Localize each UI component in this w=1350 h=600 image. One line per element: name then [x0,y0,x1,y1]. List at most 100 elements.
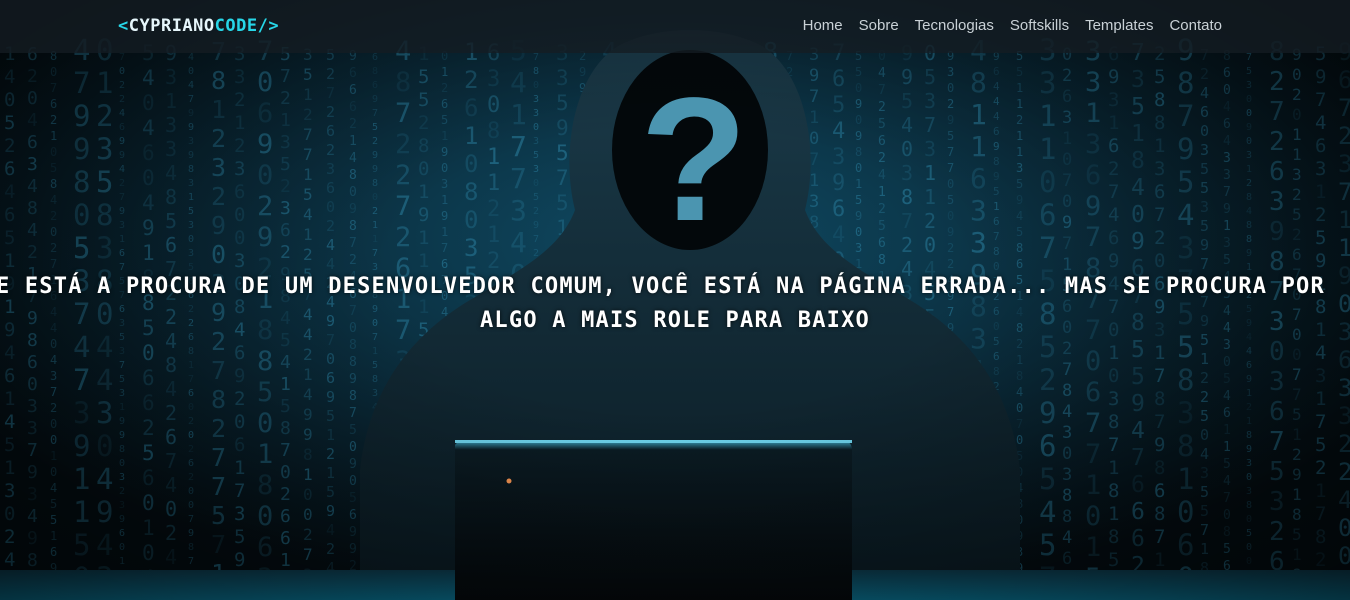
matrix-digit: 8 [372,178,378,189]
matrix-digit: 7 [510,130,527,163]
matrix-digit: 0 [165,497,177,521]
matrix-digit: 3 [27,484,38,505]
logo-text-code: CODE [214,16,258,36]
matrix-digit: 2 [1039,363,1056,397]
matrix-digit: 5 [1315,227,1326,249]
matrix-digit: 0 [418,158,429,180]
matrix-digit: 9 [533,220,539,231]
matrix-digit: 0 [1131,202,1145,228]
hero-headline-line2: ALGO A MAIS ROLE PARA BAIXO [479,308,871,333]
matrix-digit: 2 [280,484,291,505]
matrix-digit: 1 [510,98,527,131]
matrix-digit: 3 [1085,129,1101,160]
matrix-digit: 6 [50,545,57,559]
matrix-digit: 7 [211,443,226,472]
matrix-digit: 2 [1154,227,1165,249]
matrix-digit: 3 [1246,80,1252,91]
matrix-digit: 1 [211,95,226,124]
nav-links: Home Sobre Tecnologias Softskills Templa… [803,15,1222,37]
matrix-digit: 3 [1085,67,1101,98]
matrix-digit: 8 [96,198,113,232]
matrix-digit: 6 [441,97,448,111]
matrix-digit: 1 [165,89,177,113]
matrix-digit: 3 [533,108,539,119]
matrix-digit: 6 [1062,549,1072,569]
matrix-digit: 3 [1062,108,1072,128]
matrix-digit: 2 [1292,225,1302,244]
matrix-digit: 4 [4,342,15,364]
matrix-digit: 6 [257,98,273,129]
matrix-digit: 7 [50,385,57,399]
hero-section: 1405264651919461451302466204634842179860… [0,0,1350,600]
matrix-digit: 0 [1338,542,1350,570]
matrix-digit: 3 [1315,365,1326,387]
matrix-digit: 6 [165,233,177,257]
matrix-digit: 9 [1039,396,1056,430]
matrix-digit: 5 [142,441,155,465]
matrix-digit: 9 [1200,236,1209,254]
matrix-digit: 3 [27,418,38,439]
matrix-digit: 2 [326,141,335,159]
matrix-digit: 4 [1016,209,1023,223]
matrix-digit: 2 [188,444,194,455]
nav-link-tecnologias[interactable]: Tecnologias [915,15,994,37]
nav-link-home[interactable]: Home [803,15,843,37]
matrix-digit: 3 [970,226,987,259]
matrix-digit: 3 [73,396,90,430]
matrix-digit: 7 [533,234,539,245]
matrix-digit: 0 [326,198,335,216]
matrix-digit: 2 [119,486,125,497]
matrix-digit: 2 [211,124,226,153]
matrix-digit: 3 [1223,151,1231,166]
matrix-digit: 5 [1292,405,1302,424]
brand-logo[interactable]: < CYPRIANO CODE /> [118,15,279,37]
matrix-digit: 0 [947,177,954,191]
matrix-digit: 5 [832,93,845,118]
matrix-digit: 2 [901,233,913,257]
matrix-digit: 2 [188,472,194,483]
matrix-digit: 9 [234,549,245,571]
matrix-digit: 1 [878,185,886,200]
matrix-digit: 8 [280,418,291,439]
matrix-digit: 2 [211,182,226,211]
nav-link-templates[interactable]: Templates [1085,15,1153,37]
matrix-digit: 5 [1154,66,1165,88]
matrix-digit: 4 [4,549,15,571]
matrix-digit: 7 [1292,385,1302,404]
matrix-digit: 0 [372,192,378,203]
matrix-digit: 0 [1246,472,1252,483]
matrix-digit: 8 [464,178,478,206]
matrix-digit: 9 [1177,132,1194,166]
matrix-digit: 4 [1062,528,1072,548]
matrix-digit: 5 [878,219,886,234]
matrix-digit: 6 [1223,66,1231,81]
matrix-digit: 2 [50,401,57,415]
matrix-digit: 0 [188,500,194,511]
logo-open-bracket: < [118,16,129,36]
matrix-digit: 1 [1039,99,1056,133]
matrix-digit: 7 [1085,408,1101,439]
matrix-digit: 8 [349,219,357,234]
matrix-digit: 3 [96,396,113,430]
matrix-digit: 8 [1016,241,1023,255]
matrix-digit: 0 [464,206,478,234]
matrix-digit: 4 [96,363,113,397]
matrix-digit: 3 [1154,158,1165,180]
matrix-digit: 9 [27,462,38,483]
matrix-digit: 5 [1131,337,1145,363]
nav-link-contato[interactable]: Contato [1169,15,1222,37]
matrix-digit: 6 [1292,245,1302,264]
matrix-digit: 3 [372,388,378,399]
matrix-digit: 2 [1062,66,1072,86]
matrix-digit: 6 [4,365,15,387]
matrix-digit: 7 [1154,526,1165,548]
matrix-digit: 1 [1131,121,1145,147]
matrix-digit: 7 [1131,445,1145,471]
matrix-digit: 7 [1016,417,1023,431]
matrix-digit: 5 [280,396,291,417]
matrix-digit: 2 [303,105,313,124]
nav-link-sobre[interactable]: Sobre [859,15,899,37]
nav-link-softskills[interactable]: Softskills [1010,15,1069,37]
matrix-digit: 4 [993,95,1000,108]
matrix-digit: 0 [1246,94,1252,105]
